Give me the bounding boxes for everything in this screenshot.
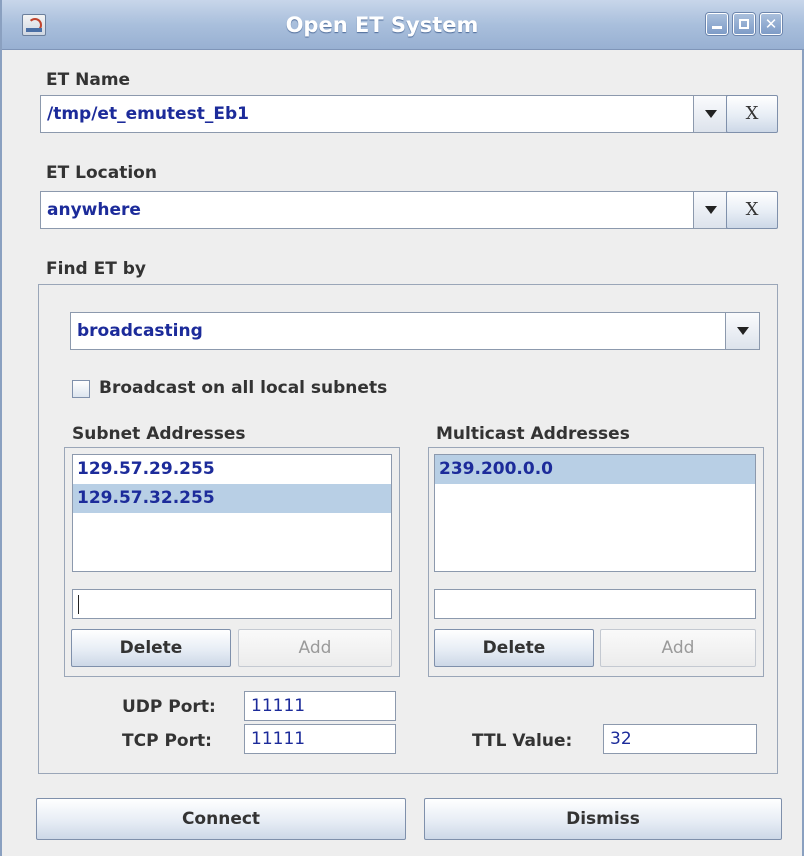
et-location-combo[interactable]: anywhere	[40, 191, 728, 229]
close-icon: ✕	[764, 15, 778, 33]
find-method-value[interactable]: broadcasting	[77, 313, 203, 349]
udp-port-input[interactable]: 11111	[244, 691, 396, 721]
minimize-icon	[712, 26, 722, 29]
find-method-combo[interactable]: broadcasting	[70, 312, 760, 350]
et-location-clear-button[interactable]: X	[726, 191, 778, 229]
ttl-value-input[interactable]: 32	[603, 724, 757, 754]
connect-button[interactable]: Connect	[36, 798, 406, 840]
et-location-value[interactable]: anywhere	[47, 192, 141, 228]
tcp-port-label: TCP Port:	[122, 731, 212, 751]
subnet-address-input[interactable]	[72, 589, 392, 619]
et-location-dropdown-button[interactable]	[693, 192, 727, 228]
multicast-address-input[interactable]	[434, 589, 756, 619]
close-window-button[interactable]: ✕	[760, 13, 782, 35]
maximize-button[interactable]	[733, 13, 755, 35]
udp-port-label: UDP Port:	[122, 697, 216, 717]
find-method-dropdown-button[interactable]	[725, 313, 759, 349]
text-caret	[78, 595, 79, 614]
et-location-label: ET Location	[46, 163, 157, 183]
multicast-addresses-label: Multicast Addresses	[436, 424, 630, 444]
et-name-dropdown-button[interactable]	[693, 96, 727, 132]
subnet-address-item[interactable]: 129.57.29.255	[73, 455, 391, 484]
maximize-icon	[739, 19, 749, 29]
et-name-combo[interactable]: /tmp/et_emutest_Eb1	[40, 95, 728, 133]
ttl-value-label: TTL Value:	[472, 731, 573, 751]
find-et-by-label: Find ET by	[46, 259, 147, 279]
broadcast-all-subnets-checkbox[interactable]	[72, 380, 90, 398]
chevron-down-icon	[705, 110, 717, 118]
et-name-value[interactable]: /tmp/et_emutest_Eb1	[47, 96, 249, 132]
dismiss-button[interactable]: Dismiss	[424, 798, 782, 840]
et-name-label: ET Name	[46, 70, 131, 90]
multicast-address-item[interactable]: 239.200.0.0	[435, 455, 755, 484]
chevron-down-icon	[737, 327, 749, 335]
subnet-add-button[interactable]: Add	[238, 629, 392, 667]
chevron-down-icon	[705, 206, 717, 214]
window-title: Open ET System	[285, 13, 479, 37]
multicast-add-button[interactable]: Add	[600, 629, 756, 667]
subnet-address-list[interactable]: 129.57.29.255 129.57.32.255	[72, 454, 392, 572]
subnet-addresses-label: Subnet Addresses	[72, 424, 246, 444]
minimize-button[interactable]	[706, 13, 728, 35]
open-et-system-dialog: Open ET System ✕ ET Name /tmp/et_emutest…	[0, 0, 804, 856]
et-name-clear-button[interactable]: X	[726, 95, 778, 133]
multicast-delete-button[interactable]: Delete	[434, 629, 594, 667]
broadcast-all-subnets-label: Broadcast on all local subnets	[99, 378, 388, 398]
subnet-delete-button[interactable]: Delete	[71, 629, 231, 667]
title-bar[interactable]: Open ET System ✕	[2, 0, 804, 50]
subnet-address-item[interactable]: 129.57.32.255	[73, 484, 391, 513]
tcp-port-input[interactable]: 11111	[244, 724, 396, 754]
multicast-address-list[interactable]: 239.200.0.0	[434, 454, 756, 572]
